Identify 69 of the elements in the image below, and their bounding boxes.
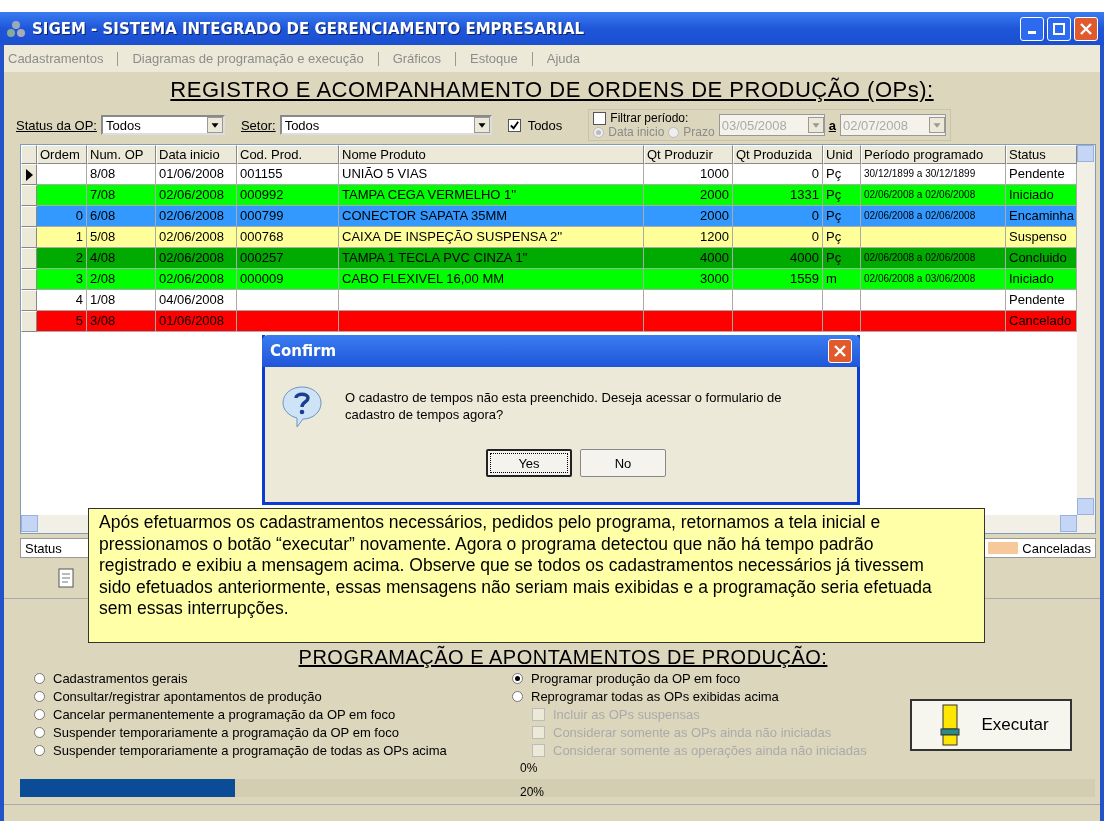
checkbox-label: Filtrar período: xyxy=(610,111,689,125)
table-cell: 3/08 xyxy=(87,311,156,332)
table-row[interactable]: 5 3/08 01/06/2008 Cancelado xyxy=(21,311,1077,332)
radio-button[interactable] xyxy=(34,726,45,738)
radio-button[interactable] xyxy=(512,672,523,684)
table-row[interactable]: 3 2/08 02/06/2008 000009 CABO FLEXIVEL 16,00 MM 3000 1559 m 02/06/2008 a 03/06/2008 Iniciado xyxy=(21,269,1077,290)
range-separator: a xyxy=(828,117,836,133)
column-header[interactable]: Status xyxy=(1006,145,1077,164)
column-header[interactable]: Unid xyxy=(823,145,861,164)
sector-label: Setor: xyxy=(240,117,276,133)
note-tooltip: Após efetuarmos os cadastramentos necessários, pedidos pelo programa, retornamos a tela inicial e pressionamos o botão “executar” novamente. Agora o programa detectou que não há tempo padrão registrado e exibiu a mensagem acima. Observe que se todos os cadastramentos necessários já tivessem sido efetuados anteriormente, essas mensagens não seriam mais exibidas e a programação seria efetuada sem essas interrupções. xyxy=(88,508,985,643)
progress-label: 0% xyxy=(520,761,538,775)
radio-label: Cadastramentos gerais xyxy=(53,670,188,686)
radio-label: Prazo xyxy=(683,125,715,139)
radio-button[interactable] xyxy=(34,708,45,720)
table-row[interactable]: 2 4/08 02/06/2008 000257 TAMPA 1 TECLA PVC CINZA 1'' 4000 4000 Pç 02/06/2008 a 02/06/2008 Concluido xyxy=(21,248,1077,269)
column-header[interactable]: Cod. Prod. xyxy=(237,145,339,164)
progress-label: 20% xyxy=(520,785,545,799)
window-title: SIGEM - SISTEMA INTEGRADO DE GERENCIAMENTO EMPRESARIAL xyxy=(32,19,586,38)
dialog-button[interactable]: Yes xyxy=(486,449,572,477)
checkbox-label: Todos xyxy=(527,117,563,133)
current-row-icon xyxy=(25,168,33,181)
question-icon xyxy=(281,385,323,429)
radio-button[interactable] xyxy=(34,744,45,756)
minimize-icon xyxy=(1028,31,1036,34)
maximize-button[interactable] xyxy=(1047,16,1071,41)
column-header[interactable]: Qt Produzir xyxy=(644,145,733,164)
radio-button[interactable] xyxy=(512,690,523,702)
column-header[interactable]: Data inicio xyxy=(156,145,237,164)
dialog-message: O cadastro de tempos não esta preenchido. Deseja acessar o formulario de cadastro de tempos agora? xyxy=(345,389,783,424)
close-button[interactable] xyxy=(1074,16,1098,41)
close-icon xyxy=(834,345,846,357)
radio-label: Programar produção da OP em foco xyxy=(531,670,741,686)
checkbox[interactable] xyxy=(507,118,521,132)
legend-title: Status xyxy=(25,540,62,556)
app-icon xyxy=(6,19,26,38)
radio-label: Data inicio xyxy=(608,125,665,139)
radio-button[interactable] xyxy=(34,672,45,684)
table-row[interactable]: 1 5/08 02/06/2008 000768 CAIXA DE INSPEÇÃO SUSPENSA 2'' 1200 0 Pç Suspenso xyxy=(21,227,1077,248)
radio-label: Consultar/registrar apontamentos de produção xyxy=(53,688,322,704)
radio-label: Cancelar permanentemente a programação da OP em foco xyxy=(53,706,396,722)
table-cell: 5 xyxy=(37,311,87,332)
status-label: Status da OP: xyxy=(16,117,97,133)
column-header[interactable]: Nome Produto xyxy=(339,145,644,164)
radio-label: Suspender temporariamente a programação da OP em foco xyxy=(53,724,399,740)
table-row[interactable]: 8/08 01/06/2008 001155 UNIÃO 5 VIAS 1000 0 Pç 30/12/1899 a 30/12/1899 Pendente xyxy=(21,164,1077,185)
column-header[interactable]: Ordem xyxy=(37,145,87,164)
execute-button[interactable]: Executar xyxy=(910,699,1072,751)
maximize-icon xyxy=(1053,22,1065,35)
page-heading: REGISTRO E ACOMPANHAMENTO DE ORDENS DE PRODUÇÃO (OPs): xyxy=(169,76,935,104)
dialog-title: Confirm xyxy=(270,342,337,360)
column-header[interactable]: Num. OP xyxy=(87,145,156,164)
radio-label: Reprogramar todas as OPs exibidas acima xyxy=(531,688,779,704)
status-dropdown[interactable]: Todos xyxy=(100,115,225,135)
close-icon xyxy=(1080,22,1092,35)
minimize-button[interactable] xyxy=(1020,16,1044,41)
radio-button[interactable] xyxy=(34,690,45,702)
table-row[interactable]: 0 6/08 02/06/2008 000799 CONECTOR SAPATA 35MM 2000 0 Pç 02/06/2008 a 02/06/2008 Encaminha xyxy=(21,206,1077,227)
dialog-button[interactable]: No xyxy=(580,449,666,477)
column-header[interactable]: Período programado xyxy=(861,145,1006,164)
legend-label: Canceladas xyxy=(1022,540,1091,556)
sector-dropdown[interactable]: Todos xyxy=(279,115,492,135)
table-row[interactable]: 7/08 02/06/2008 000992 TAMPA CEGA VERMELHO 1'' 2000 1331 Pç 02/06/2008 a 02/06/2008 Iniciado xyxy=(21,185,1077,206)
section-heading: PROGRAMAÇÃO E APONTAMENTOS DE PRODUÇÃO: xyxy=(298,647,828,667)
close-button[interactable] xyxy=(828,339,852,363)
table-row[interactable]: 4 1/08 04/06/2008 Pendente xyxy=(21,290,1077,311)
table-cell: 01/06/2008 xyxy=(156,311,237,332)
column-header[interactable]: Qt Produzida xyxy=(733,145,823,164)
radio-label: Suspender temporariamente a programação de todas as OPs acima xyxy=(53,742,447,758)
